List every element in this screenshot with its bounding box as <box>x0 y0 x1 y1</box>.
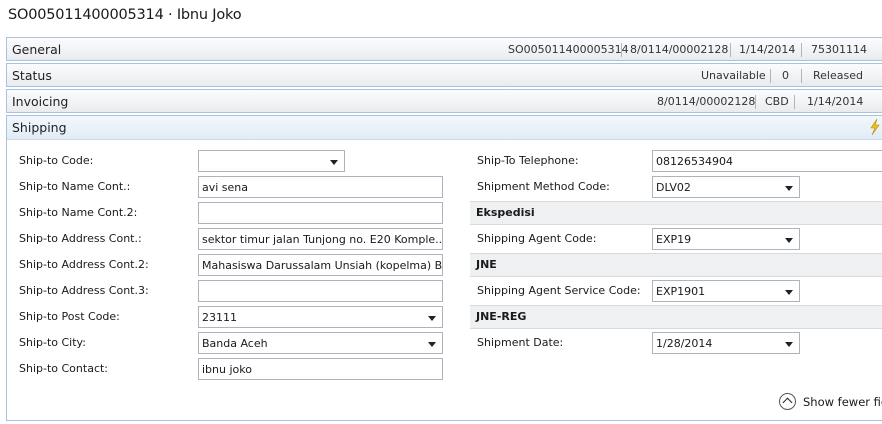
ship-to-name2-label: Ship-to Name Cont.2: <box>19 206 138 219</box>
page-title: SO005011400005314 · Ibnu Joko <box>8 7 242 23</box>
group-divider <box>470 253 882 277</box>
ship-to-name-label: Ship-to Name Cont.: <box>19 180 131 193</box>
fasttab-status-title: Status <box>12 68 52 83</box>
status-summary-count: 0 <box>782 69 789 82</box>
fasttab-shipping[interactable]: Shipping <box>7 116 882 140</box>
group-jne-reg: JNE-REG <box>476 310 527 323</box>
ship-to-post-code-label: Ship-to Post Code: <box>19 310 120 323</box>
ship-to-contact-label: Ship-to Contact: <box>19 362 109 375</box>
shipping-agent-label: Shipping Agent Code: <box>477 232 597 245</box>
general-summary-code: 75301114 <box>811 43 867 56</box>
invoicing-summary-terms: CBD <box>765 95 789 108</box>
ship-to-telephone-field[interactable]: 08126534904 <box>652 150 882 172</box>
shipping-agent-field[interactable]: EXP19 <box>652 228 800 250</box>
fasttab-invoicing[interactable]: Invoicing 8/0114/00002128 CBD 1/14/2014 <box>6 89 882 113</box>
ship-to-code-field[interactable] <box>198 150 345 172</box>
summary-separator <box>730 43 731 57</box>
summary-separator <box>801 69 802 83</box>
summary-separator <box>794 95 795 109</box>
ship-to-city-label: Ship-to City: <box>19 336 86 349</box>
general-summary-doc-no: 8/0114/00002128 <box>630 43 729 56</box>
shipping-agent-service-field[interactable]: EXP1901 <box>652 280 800 302</box>
ship-to-address2-label: Ship-to Address Cont.2: <box>19 258 149 271</box>
summary-separator <box>801 43 802 57</box>
fasttab-shipping-title: Shipping <box>12 120 67 135</box>
shipping-agent-service-label: Shipping Agent Service Code: <box>477 284 641 297</box>
invoicing-summary-date: 1/14/2014 <box>807 95 864 108</box>
fasttab-status[interactable]: Status Unavailable 0 Released <box>6 63 882 87</box>
ship-to-code-label: Ship-to Code: <box>19 154 94 167</box>
ship-to-contact-field[interactable]: ibnu joko <box>198 358 443 380</box>
shipment-date-field[interactable]: 1/28/2014 <box>652 332 800 354</box>
ship-to-address3-label: Ship-to Address Cont.3: <box>19 284 149 297</box>
group-jne: JNE <box>476 258 497 271</box>
group-divider <box>470 305 882 329</box>
ship-to-address3-field[interactable] <box>198 280 443 302</box>
fasttab-invoicing-title: Invoicing <box>12 94 69 109</box>
shipment-method-label: Shipment Method Code: <box>477 180 610 193</box>
show-fewer-fields-label: Show fewer fiel <box>803 395 882 409</box>
chevron-up-icon <box>779 393 796 410</box>
invoicing-summary-doc-no: 8/0114/00002128 <box>657 95 756 108</box>
fasttab-general[interactable]: General SO005011400005314 8/0114/0000212… <box>6 37 882 61</box>
ship-to-address-field[interactable]: sektor timur jalan Tunjong no. E20 Kompl… <box>198 228 443 250</box>
ship-to-address2-field[interactable]: Mahasiswa Darussalam Unsiah (kopelma) B.… <box>198 254 443 276</box>
ship-to-post-code-field[interactable]: 23111 <box>198 306 443 328</box>
general-summary-order-no: SO005011400005314 <box>508 43 629 56</box>
ship-to-city-field[interactable]: Banda Aceh <box>198 332 443 354</box>
fasttab-general-title: General <box>12 42 62 57</box>
lightning-icon <box>870 118 880 136</box>
ship-to-telephone-label: Ship-To Telephone: <box>477 154 579 167</box>
ship-to-name2-field[interactable] <box>198 202 443 224</box>
ship-to-address-label: Ship-to Address Cont.: <box>19 232 142 245</box>
shipment-method-field[interactable]: DLV02 <box>652 176 800 198</box>
group-ekspedisi: Ekspedisi <box>476 206 535 219</box>
summary-separator <box>755 95 756 109</box>
status-summary-availability: Unavailable <box>701 69 766 82</box>
summary-separator <box>770 69 771 83</box>
summary-separator <box>621 43 622 57</box>
general-summary-date: 1/14/2014 <box>739 43 796 56</box>
ship-to-name-field[interactable]: avi sena <box>198 176 443 198</box>
status-summary-state: Released <box>813 69 863 82</box>
shipment-date-label: Shipment Date: <box>477 336 564 349</box>
